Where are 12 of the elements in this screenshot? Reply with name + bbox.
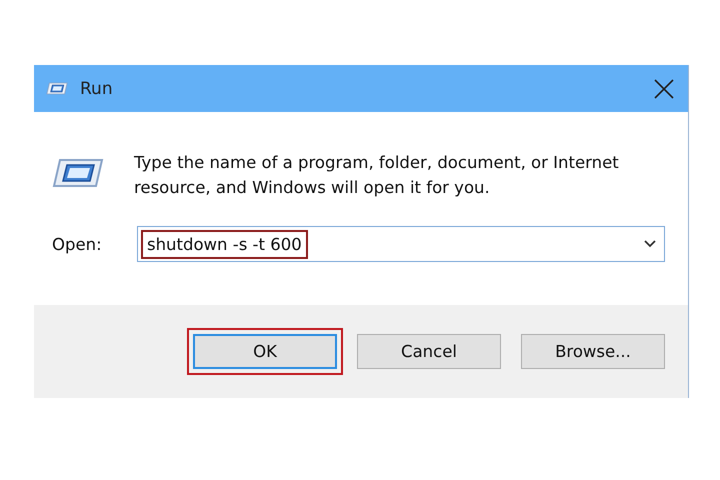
dialog-button[interactable]: OK	[187, 328, 343, 375]
run-icon	[52, 158, 104, 188]
caret-icon[interactable]	[644, 240, 656, 248]
open-label: Open:	[52, 234, 103, 254]
instruction-text: Type the name of a program, folder, document, or Internet resource, and Windows will open it for you.	[134, 152, 620, 199]
open-combobox[interactable]: shutdown -s -t 600	[137, 226, 665, 262]
close-icon[interactable]	[654, 78, 674, 98]
dialog-button[interactable]: Browse...	[521, 334, 665, 369]
dialog-button[interactable]: Cancel	[357, 334, 501, 369]
window-title: Run	[80, 78, 113, 98]
command-text: shutdown -s -t 600	[141, 230, 308, 258]
run-icon	[46, 82, 68, 95]
